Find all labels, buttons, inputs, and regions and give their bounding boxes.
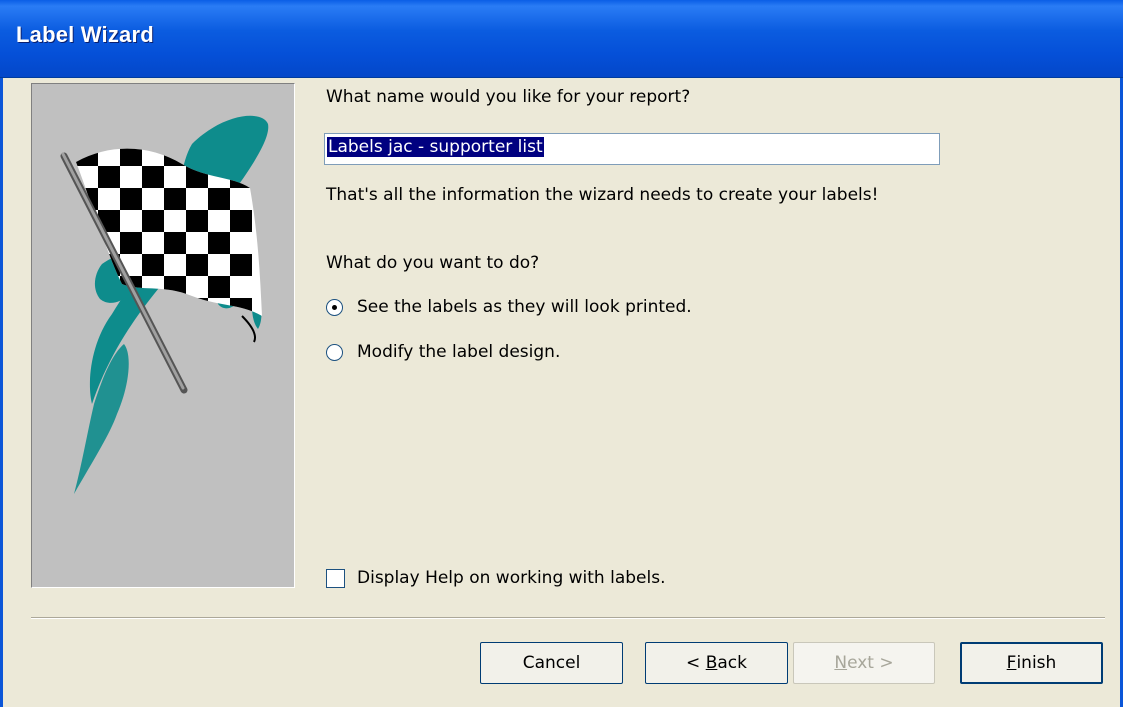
next-button[interactable]: Next > bbox=[793, 642, 935, 684]
finish-mnemonic: F bbox=[1006, 653, 1017, 673]
next-rest: ext > bbox=[847, 653, 894, 673]
report-name-value: Labels jac - supporter list bbox=[327, 137, 544, 157]
back-mnemonic: B bbox=[705, 653, 718, 673]
back-button[interactable]: < Back bbox=[645, 642, 788, 684]
separator bbox=[31, 617, 1105, 619]
window-border-left bbox=[0, 78, 3, 707]
help-checkbox-row[interactable]: Display Help on working with labels. bbox=[326, 568, 665, 588]
option-label: See the labels as they will look printed… bbox=[357, 297, 692, 317]
info-text: That's all the information the wizard ne… bbox=[326, 185, 879, 205]
report-name-input[interactable]: Labels jac - supporter list bbox=[324, 133, 940, 165]
report-name-prompt: What name would you like for your report… bbox=[326, 87, 691, 107]
help-checkbox-label: Display Help on working with labels. bbox=[357, 568, 666, 588]
help-checkbox[interactable] bbox=[326, 568, 345, 588]
finish-button[interactable]: Finish bbox=[960, 642, 1103, 684]
cancel-button[interactable]: Cancel bbox=[480, 642, 623, 684]
option-preview-labels[interactable]: See the labels as they will look printed… bbox=[326, 297, 692, 317]
radio-button[interactable] bbox=[326, 343, 343, 361]
back-rest: ack bbox=[717, 653, 747, 673]
finish-rest: inish bbox=[1016, 653, 1057, 673]
checkered-flag-icon bbox=[60, 115, 269, 494]
option-modify-design[interactable]: Modify the label design. bbox=[326, 342, 560, 362]
wizard-art-panel bbox=[31, 83, 295, 588]
option-label: Modify the label design. bbox=[357, 342, 561, 362]
cancel-label: Cancel bbox=[522, 653, 581, 673]
radio-button-selected[interactable] bbox=[326, 298, 343, 316]
back-prefix: < bbox=[686, 653, 706, 673]
label-wizard-dialog: Label Wizard What name would you like fo… bbox=[0, 0, 1123, 707]
action-prompt: What do you want to do? bbox=[326, 253, 540, 273]
next-mnemonic: N bbox=[834, 653, 848, 673]
window-title: Label Wizard bbox=[16, 22, 154, 47]
title-bar[interactable]: Label Wizard bbox=[0, 0, 1123, 78]
